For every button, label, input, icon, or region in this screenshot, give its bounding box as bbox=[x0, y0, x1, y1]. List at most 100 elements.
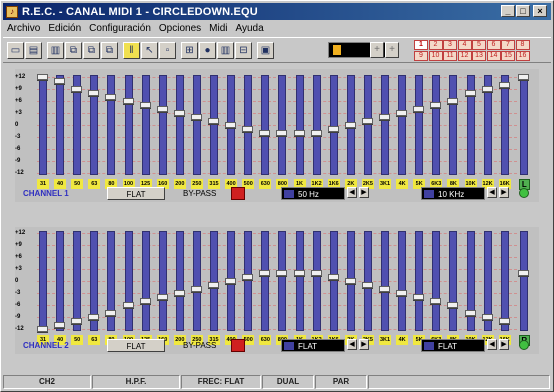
eq-band-knob-630[interactable] bbox=[259, 130, 271, 136]
flat-button[interactable]: FLAT bbox=[107, 339, 165, 352]
eq-band-knob-3K1[interactable] bbox=[379, 286, 390, 292]
eq-band-knob-1K2[interactable] bbox=[310, 130, 322, 136]
master-slider[interactable] bbox=[519, 231, 528, 331]
eq-band-slider-80[interactable] bbox=[107, 231, 116, 331]
eq-band-knob-8K[interactable] bbox=[447, 302, 459, 308]
eq-band-slider-630[interactable] bbox=[261, 75, 270, 175]
eq-band-knob-10K[interactable] bbox=[464, 310, 476, 316]
bypass-toggle[interactable] bbox=[231, 339, 245, 352]
grid-button[interactable]: ⊞ bbox=[181, 42, 198, 59]
midi-channel-7[interactable]: 7 bbox=[501, 40, 515, 50]
eq-band-knob-2K5[interactable] bbox=[361, 118, 373, 124]
eq-band-knob-800[interactable] bbox=[276, 270, 288, 276]
eq-band-slider-250[interactable] bbox=[192, 75, 201, 175]
eq-band-slider-40[interactable] bbox=[56, 231, 65, 331]
lpf-down-button[interactable]: ◀ bbox=[487, 339, 497, 350]
eq-band-slider-500[interactable] bbox=[244, 231, 253, 331]
eq-band-knob-63[interactable] bbox=[88, 314, 100, 320]
eq-band-slider-4K[interactable] bbox=[398, 231, 407, 331]
eq-band-knob-12K[interactable] bbox=[481, 86, 493, 92]
eq-band-knob-800[interactable] bbox=[276, 130, 288, 136]
bars-button[interactable]: ‖ bbox=[123, 42, 140, 59]
save-button[interactable]: ▤ bbox=[25, 42, 42, 59]
eq-band-knob-250[interactable] bbox=[190, 114, 202, 120]
eq-band-slider-1K6[interactable] bbox=[329, 75, 338, 175]
midi-channel-16[interactable]: 16 bbox=[515, 51, 530, 61]
eq-band-slider-3K1[interactable] bbox=[381, 231, 389, 331]
midi-channel-3[interactable]: 3 bbox=[443, 40, 457, 50]
bypass-toggle[interactable] bbox=[231, 187, 245, 200]
eq-band-slider-4K[interactable] bbox=[398, 75, 407, 175]
copy-button[interactable]: ⧉ bbox=[65, 42, 82, 59]
eq-band-knob-315[interactable] bbox=[208, 118, 219, 124]
paste-all-button[interactable]: ⧉ bbox=[101, 42, 118, 59]
eq-band-knob-200[interactable] bbox=[173, 290, 185, 296]
lpf-down-button[interactable]: ◀ bbox=[487, 187, 497, 198]
midi-channel-4[interactable]: 4 bbox=[457, 40, 472, 50]
eq-band-slider-160[interactable] bbox=[158, 231, 167, 331]
eq-band-slider-125[interactable] bbox=[141, 231, 150, 331]
open-folder-button[interactable]: ▭ bbox=[7, 42, 24, 59]
hpf-down-button[interactable]: ◀ bbox=[347, 339, 357, 350]
midi-channel-11[interactable]: 11 bbox=[443, 51, 457, 61]
eq-band-slider-1K2[interactable] bbox=[312, 231, 321, 331]
eq-band-knob-3K1[interactable] bbox=[379, 114, 390, 120]
eq-band-knob-31[interactable] bbox=[37, 326, 48, 332]
eq-band-knob-400[interactable] bbox=[225, 278, 237, 284]
save-as-button[interactable]: ▥ bbox=[47, 42, 64, 59]
midi-channel-8[interactable]: 8 bbox=[515, 40, 530, 50]
eq-band-slider-8K[interactable] bbox=[449, 231, 458, 331]
midi-channel-14[interactable]: 14 bbox=[486, 51, 501, 61]
chart-button[interactable]: ▥ bbox=[217, 42, 234, 59]
eq-band-slider-315[interactable] bbox=[210, 231, 218, 331]
eq-band-knob-100[interactable] bbox=[122, 98, 134, 104]
eq-band-slider-16K[interactable] bbox=[500, 231, 509, 331]
eq-band-knob-10K[interactable] bbox=[464, 90, 476, 96]
eq-band-knob-400[interactable] bbox=[225, 122, 237, 128]
eq-band-knob-16K[interactable] bbox=[498, 318, 510, 324]
eq-band-slider-125[interactable] bbox=[141, 75, 150, 175]
hpf-up-button[interactable]: ▶ bbox=[359, 187, 369, 198]
eq-band-slider-1K2[interactable] bbox=[312, 75, 321, 175]
lpf-up-button[interactable]: ▶ bbox=[499, 187, 509, 198]
eq-band-knob-1K2[interactable] bbox=[310, 270, 322, 276]
midi-channel-9[interactable]: 9 bbox=[414, 51, 428, 61]
eq-band-knob-4K[interactable] bbox=[396, 290, 408, 296]
eq-band-knob-100[interactable] bbox=[122, 302, 134, 308]
eq-band-knob-80[interactable] bbox=[105, 94, 117, 100]
eq-band-knob-500[interactable] bbox=[242, 274, 254, 280]
hpf-display[interactable]: 50 Hz bbox=[281, 187, 345, 200]
eq-band-slider-800[interactable] bbox=[278, 75, 287, 175]
eq-band-knob-40[interactable] bbox=[54, 78, 66, 84]
midi-channel-1[interactable]: 1 bbox=[414, 40, 428, 50]
midi-channel-12[interactable]: 12 bbox=[457, 51, 472, 61]
eq-band-knob-16K[interactable] bbox=[498, 82, 510, 88]
eq-band-slider-50[interactable] bbox=[73, 231, 82, 331]
eq-band-knob-500[interactable] bbox=[242, 126, 254, 132]
eq-band-knob-5K[interactable] bbox=[413, 106, 425, 112]
eq-band-knob-40[interactable] bbox=[54, 322, 66, 328]
hpf-down-button[interactable]: ◀ bbox=[347, 187, 357, 198]
eq-band-slider-500[interactable] bbox=[244, 75, 253, 175]
eq-band-slider-16K[interactable] bbox=[500, 75, 509, 175]
eq-band-knob-2K[interactable] bbox=[344, 278, 356, 284]
eq-band-slider-100[interactable] bbox=[124, 75, 133, 175]
eq-band-slider-200[interactable] bbox=[175, 75, 184, 175]
eq-band-slider-31[interactable] bbox=[39, 75, 47, 175]
eq-band-knob-2K[interactable] bbox=[344, 122, 356, 128]
eq-band-slider-10K[interactable] bbox=[466, 231, 475, 331]
menu-ayuda[interactable]: Ayuda bbox=[235, 21, 263, 36]
eq-band-knob-6K3[interactable] bbox=[430, 102, 442, 108]
eq-band-slider-80[interactable] bbox=[107, 75, 116, 175]
eq-band-slider-6K3[interactable] bbox=[432, 75, 441, 175]
eq-band-slider-800[interactable] bbox=[278, 231, 287, 331]
eq-band-knob-12K[interactable] bbox=[481, 314, 493, 320]
midi-channel-6[interactable]: 6 bbox=[486, 40, 501, 50]
eq-band-knob-5K[interactable] bbox=[413, 294, 425, 300]
master-knob[interactable] bbox=[517, 270, 529, 276]
hpf-display[interactable]: FLAT bbox=[281, 339, 345, 352]
eq-band-knob-80[interactable] bbox=[105, 310, 117, 316]
eq-band-knob-50[interactable] bbox=[71, 86, 83, 92]
hpf-up-button[interactable]: ▶ bbox=[359, 339, 369, 350]
eq-band-knob-2K5[interactable] bbox=[361, 282, 373, 288]
